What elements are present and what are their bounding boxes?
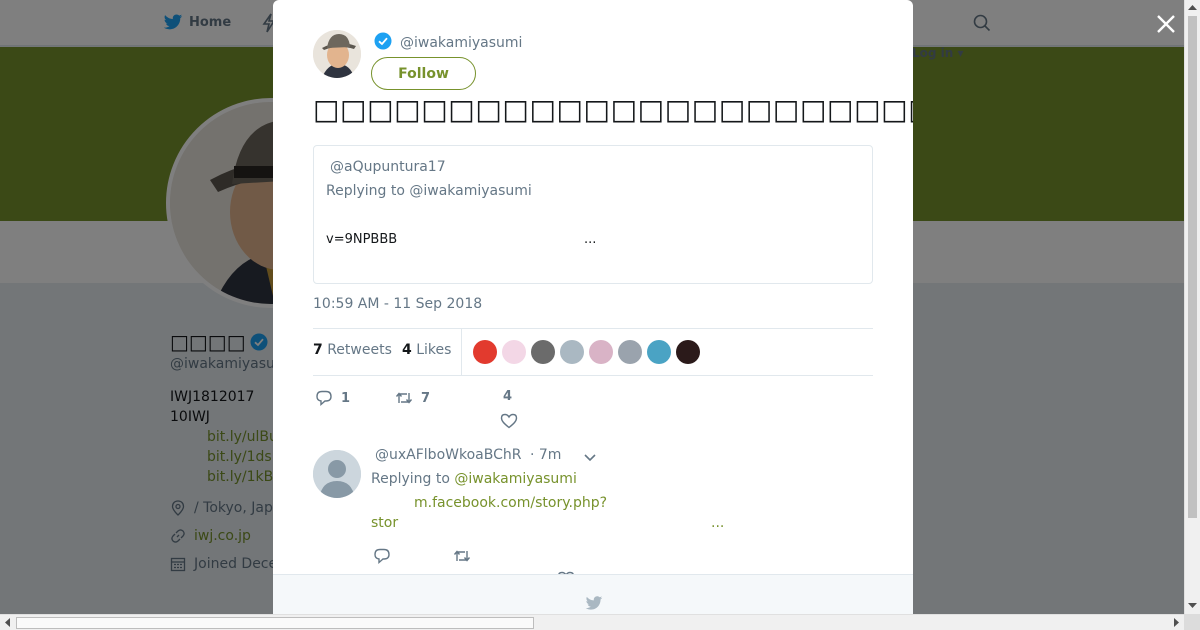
horizontal-scroll-thumb[interactable]: [16, 617, 534, 629]
likes-label: Likes: [416, 342, 452, 358]
liker-avatars: [473, 340, 700, 364]
reply-replying-to: Replying to @iwakamiyasumi: [371, 471, 577, 487]
scrollbar-corner: [1184, 614, 1200, 630]
reply-time[interactable]: · 7m: [530, 447, 561, 463]
quoted-tweet-ellipsis: ...: [584, 232, 597, 247]
replying-prefix: Replying to: [371, 471, 450, 487]
scroll-left-arrow-icon[interactable]: [4, 618, 11, 627]
heart-icon[interactable]: [500, 412, 518, 430]
reply-author-avatar[interactable]: [313, 450, 361, 498]
man-with-hat-photo: [313, 30, 361, 78]
retweets-stat[interactable]: 7 Retweets: [313, 342, 392, 358]
retweet-icon: [395, 392, 413, 404]
verified-icon: [374, 32, 392, 50]
tweet-modal: @iwakamiyasumi Follow □□□□□□□□□□□□□□□□□□…: [273, 0, 913, 614]
retweet-icon[interactable]: [453, 547, 471, 565]
like-count-wrap: 4: [503, 389, 512, 404]
tweet-timestamp[interactable]: 10:59 AM - 11 Sep 2018: [313, 296, 482, 312]
liker-avatar[interactable]: [560, 340, 584, 364]
twitter-bird-icon: [585, 596, 603, 610]
quoted-tweet-text: v=9NPBBB: [326, 232, 398, 247]
tweet-text: □□□□□□□□□□□□□□□□□□□□□□□□□□□□□□□□□□□□□□□□…: [313, 93, 913, 126]
like-count: 4: [503, 389, 513, 404]
reply-icon[interactable]: [373, 547, 391, 565]
vertical-scrollbar[interactable]: [1184, 0, 1200, 614]
reply-link[interactable]: m.facebook.com/story.php?: [414, 495, 607, 511]
tweet-actions: 1 7 4: [313, 386, 873, 432]
liker-avatar[interactable]: [676, 340, 700, 364]
reply-link-cont[interactable]: stor: [371, 515, 398, 531]
retweet-count: 7: [421, 390, 431, 406]
likes-count: 4: [402, 342, 412, 358]
close-icon[interactable]: [1154, 12, 1178, 36]
scroll-right-arrow-icon[interactable]: [1173, 618, 1180, 627]
chevron-down-icon[interactable]: [583, 450, 597, 464]
reply-count: 1: [341, 390, 351, 406]
scroll-up-arrow-icon[interactable]: [1188, 4, 1197, 11]
quoted-tweet[interactable]: @aQupuntura17 Replying to @iwakamiyasumi…: [313, 145, 873, 284]
tweet-author-avatar[interactable]: [313, 30, 361, 78]
tweet-stats: 7 Retweets 4 Likes: [313, 328, 873, 376]
replying-to-link[interactable]: @iwakamiyasumi: [454, 471, 576, 487]
scroll-down-arrow-icon[interactable]: [1188, 602, 1197, 609]
retweets-count: 7: [313, 342, 323, 358]
quoted-tweet-replying-to: Replying to @iwakamiyasumi: [326, 183, 532, 199]
liker-avatar[interactable]: [647, 340, 671, 364]
liker-avatar[interactable]: [502, 340, 526, 364]
horizontal-scrollbar[interactable]: [0, 614, 1184, 630]
liker-avatar[interactable]: [589, 340, 613, 364]
default-avatar-icon: [313, 450, 361, 498]
reply-author-handle[interactable]: @uxAFlboWkoaBChR: [375, 447, 521, 463]
liker-avatar[interactable]: [618, 340, 642, 364]
retweet-action[interactable]: 7: [395, 389, 430, 407]
likes-stat[interactable]: 4 Likes: [402, 342, 451, 358]
stats-divider: [461, 329, 462, 376]
retweets-label: Retweets: [327, 342, 392, 358]
quoted-tweet-handle: @aQupuntura17: [330, 159, 446, 175]
tweet-author-handle[interactable]: @iwakamiyasumi: [400, 35, 522, 51]
liker-avatar[interactable]: [473, 340, 497, 364]
liker-avatar[interactable]: [531, 340, 555, 364]
modal-footer: [273, 574, 913, 614]
vertical-scroll-thumb[interactable]: [1188, 16, 1197, 518]
reply-icon: [316, 390, 332, 407]
reply-action[interactable]: 1: [315, 389, 350, 407]
follow-button[interactable]: Follow: [371, 57, 476, 90]
reply-ellipsis: ...: [711, 515, 725, 531]
